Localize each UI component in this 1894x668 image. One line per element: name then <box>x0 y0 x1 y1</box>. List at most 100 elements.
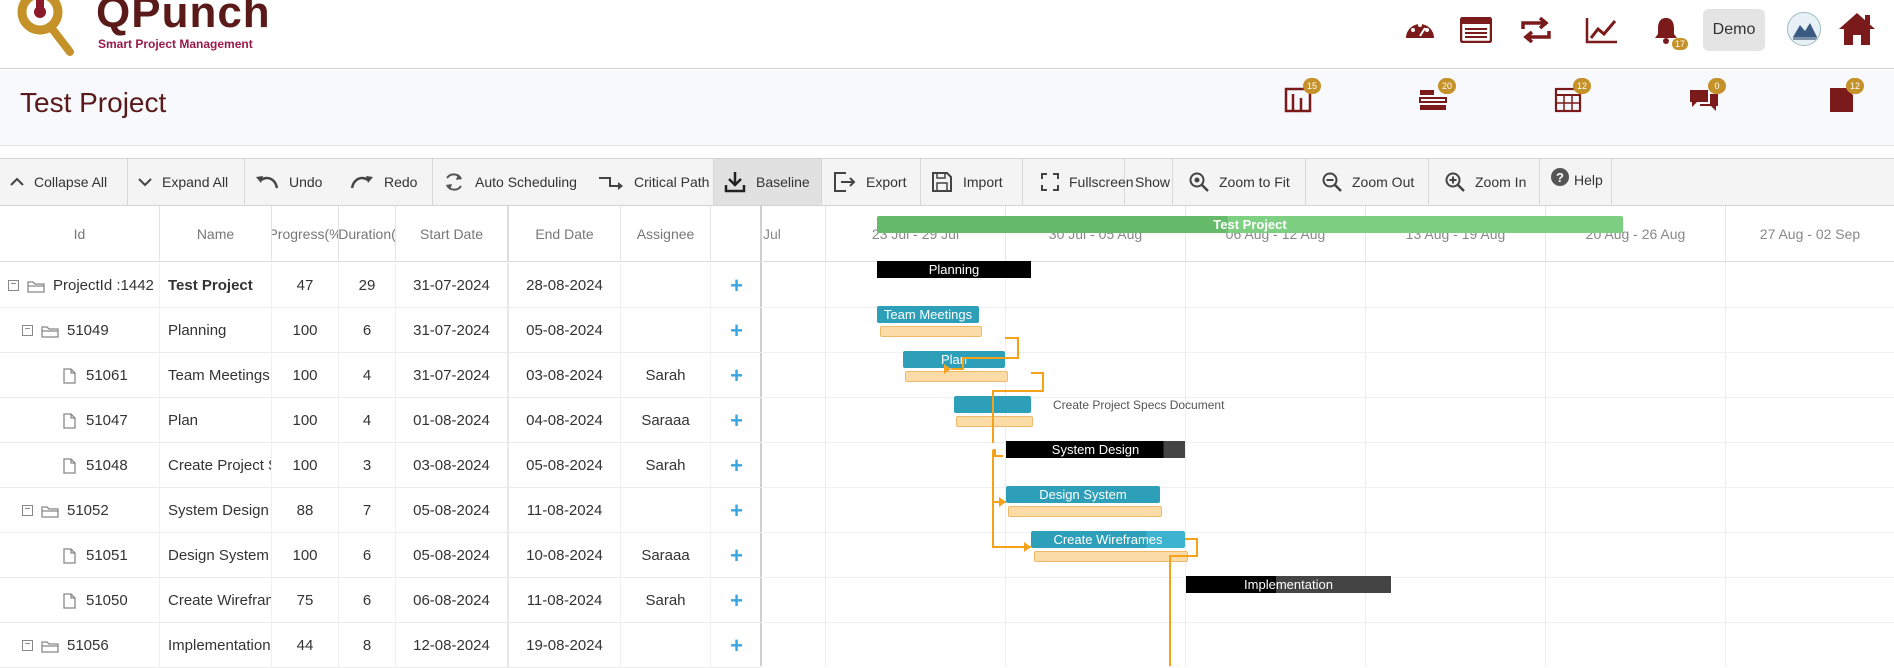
column-header-end-date[interactable]: End Date <box>509 206 621 262</box>
column-header-progress[interactable]: Progress(% <box>272 206 339 262</box>
task-name-cell-text: Plan <box>168 412 199 429</box>
task-name-cell-text: Create Wirefram <box>168 592 272 609</box>
collapse-toggle-icon[interactable]: − <box>22 505 33 516</box>
task-name-cell: Planning <box>160 308 272 353</box>
task-id-cell-text: ProjectId :1442 <box>53 277 154 294</box>
export-button[interactable]: Export <box>822 159 921 205</box>
task-grid: Id Name Progress(% Duration( Start Date … <box>0 206 762 668</box>
baseline-button[interactable]: Baseline <box>714 159 822 205</box>
file-icon <box>63 547 76 564</box>
add-subtask-icon[interactable]: + <box>730 498 743 524</box>
collapse-all-button[interactable]: Collapse All <box>0 159 128 205</box>
add-subtask-cell: + <box>711 443 762 488</box>
calendar-button[interactable]: 12 <box>1553 78 1591 118</box>
table-row[interactable]: 51047 Plan 100 4 01-08-2024 04-08-2024 Saraaa + <box>0 398 762 443</box>
task-id-cell-text: 51052 <box>67 502 109 519</box>
assignee-cell-text: Saraaa <box>641 547 690 564</box>
table-row[interactable]: − 51049 Planning 100 6 31-07-2024 05-08-2024 + <box>0 308 762 353</box>
list-icon[interactable] <box>1458 12 1494 48</box>
bell-icon[interactable]: 17 <box>1648 12 1688 50</box>
gantt-chart: Jul 23 Jul - 29 Jul 30 Jul - 05 Aug 06 Aug … <box>763 206 1894 666</box>
end-date-cell-text: 03-08-2024 <box>526 367 603 384</box>
file-icon <box>63 592 76 609</box>
avatar[interactable] <box>1787 12 1821 46</box>
progress-cell-text: 75 <box>296 592 314 609</box>
calendar-count-badge: 12 <box>1573 78 1591 94</box>
undo-button[interactable]: Undo <box>245 159 340 205</box>
help-button[interactable]: ? Help <box>1540 159 1612 205</box>
collapse-toggle-icon[interactable]: − <box>22 325 33 336</box>
zoom-in-button[interactable]: Zoom In <box>1429 159 1540 205</box>
dependency-link[interactable] <box>951 337 1019 370</box>
show-button[interactable]: Show <box>1125 159 1173 205</box>
home-icon[interactable] <box>1836 8 1878 50</box>
duration-cell: 4 <box>339 398 396 443</box>
add-subtask-icon[interactable]: + <box>730 408 743 434</box>
redo-button[interactable]: Redo <box>340 159 433 205</box>
add-subtask-icon[interactable]: + <box>730 318 743 344</box>
table-row[interactable]: 51061 Team Meetings 100 4 31-07-2024 03-08-20… <box>0 353 762 398</box>
start-date-cell-text: 05-08-2024 <box>413 502 490 519</box>
end-date-cell-text: 28-08-2024 <box>526 277 603 294</box>
add-subtask-icon[interactable]: + <box>730 273 743 299</box>
expand-all-button[interactable]: Expand All <box>128 159 245 205</box>
task-id-cell: − 51056 <box>0 623 160 668</box>
task-id-cell-text: 51048 <box>86 457 128 474</box>
column-header-start-date[interactable]: Start Date <box>396 206 509 262</box>
tasks-button[interactable]: 15 <box>1283 78 1321 118</box>
table-row[interactable]: − ProjectId :1442 Test Project 47 29 31-07-20… <box>0 263 762 308</box>
add-subtask-icon[interactable]: + <box>730 633 743 659</box>
table-row[interactable]: 51051 Design System 100 6 05-08-2024 10-08-20… <box>0 533 762 578</box>
progress-cell-text: 47 <box>296 277 314 294</box>
documents-button[interactable]: 12 <box>1826 78 1864 118</box>
backlog-button[interactable]: 20 <box>1418 78 1456 118</box>
import-button[interactable]: Import <box>921 159 1023 205</box>
collapse-toggle-icon[interactable]: − <box>8 280 19 291</box>
progress-cell: 100 <box>272 353 339 398</box>
add-subtask-icon[interactable]: + <box>730 588 743 614</box>
column-header-add <box>711 206 762 262</box>
table-row[interactable]: − 51052 System Design 88 7 05-08-2024 11-08-20… <box>0 488 762 533</box>
column-header-assignee[interactable]: Assignee <box>621 206 711 262</box>
table-row[interactable]: − 51056 Implementation 44 8 12-08-2024 19-08-2… <box>0 623 762 668</box>
add-subtask-icon[interactable]: + <box>730 543 743 569</box>
fullscreen-button[interactable]: Fullscreen <box>1023 159 1134 205</box>
task-id-cell: 51050 <box>0 578 160 623</box>
table-row[interactable]: 51048 Create Project S 100 3 03-08-2024 05-08… <box>0 443 762 488</box>
dependency-link[interactable] <box>992 502 1031 548</box>
sync-icon[interactable] <box>1518 12 1554 48</box>
duration-cell-text: 6 <box>362 322 372 339</box>
start-date-cell: 01-08-2024 <box>396 398 509 443</box>
start-date-cell-text: 31-07-2024 <box>413 322 490 339</box>
user-menu-button[interactable]: Demo <box>1703 9 1765 51</box>
duration-cell-text: 4 <box>362 367 372 384</box>
dependency-link[interactable] <box>992 372 1044 443</box>
progress-cell: 100 <box>272 533 339 578</box>
chat-button[interactable]: 0 <box>1688 78 1726 118</box>
dashboard-icon[interactable] <box>1402 12 1438 48</box>
column-header-name[interactable]: Name <box>160 206 272 262</box>
dependency-link[interactable] <box>1169 538 1198 666</box>
duration-cell-text: 8 <box>362 637 372 654</box>
dependency-link[interactable] <box>993 449 1003 457</box>
zoom-to-fit-button[interactable]: Zoom to Fit <box>1173 159 1306 205</box>
zoom-to-fit-label: Zoom to Fit <box>1219 174 1290 190</box>
baseline-label: Baseline <box>756 174 810 190</box>
qpunch-logo[interactable]: QPunch Smart Project Management <box>14 0 294 66</box>
zoom-out-button[interactable]: Zoom Out <box>1306 159 1429 205</box>
critical-path-button[interactable]: Critical Path <box>588 159 714 205</box>
column-header-id[interactable]: Id <box>0 206 160 262</box>
assignee-cell-text: Sarah <box>645 592 686 609</box>
task-id-cell: − 51049 <box>0 308 160 353</box>
column-header-duration[interactable]: Duration( <box>339 206 396 262</box>
add-subtask-icon[interactable]: + <box>730 453 743 479</box>
dependency-link[interactable] <box>992 450 1006 503</box>
table-row[interactable]: 51050 Create Wirefram 75 6 06-08-2024 11-08-2… <box>0 578 762 623</box>
auto-scheduling-button[interactable]: Auto Scheduling <box>433 159 588 205</box>
add-subtask-icon[interactable]: + <box>730 363 743 389</box>
progress-cell-text: 100 <box>292 322 318 339</box>
chart-line-icon[interactable] <box>1584 12 1620 48</box>
task-name-cell: Create Wirefram <box>160 578 272 623</box>
start-date-cell-text: 03-08-2024 <box>413 457 490 474</box>
collapse-toggle-icon[interactable]: − <box>22 640 33 651</box>
